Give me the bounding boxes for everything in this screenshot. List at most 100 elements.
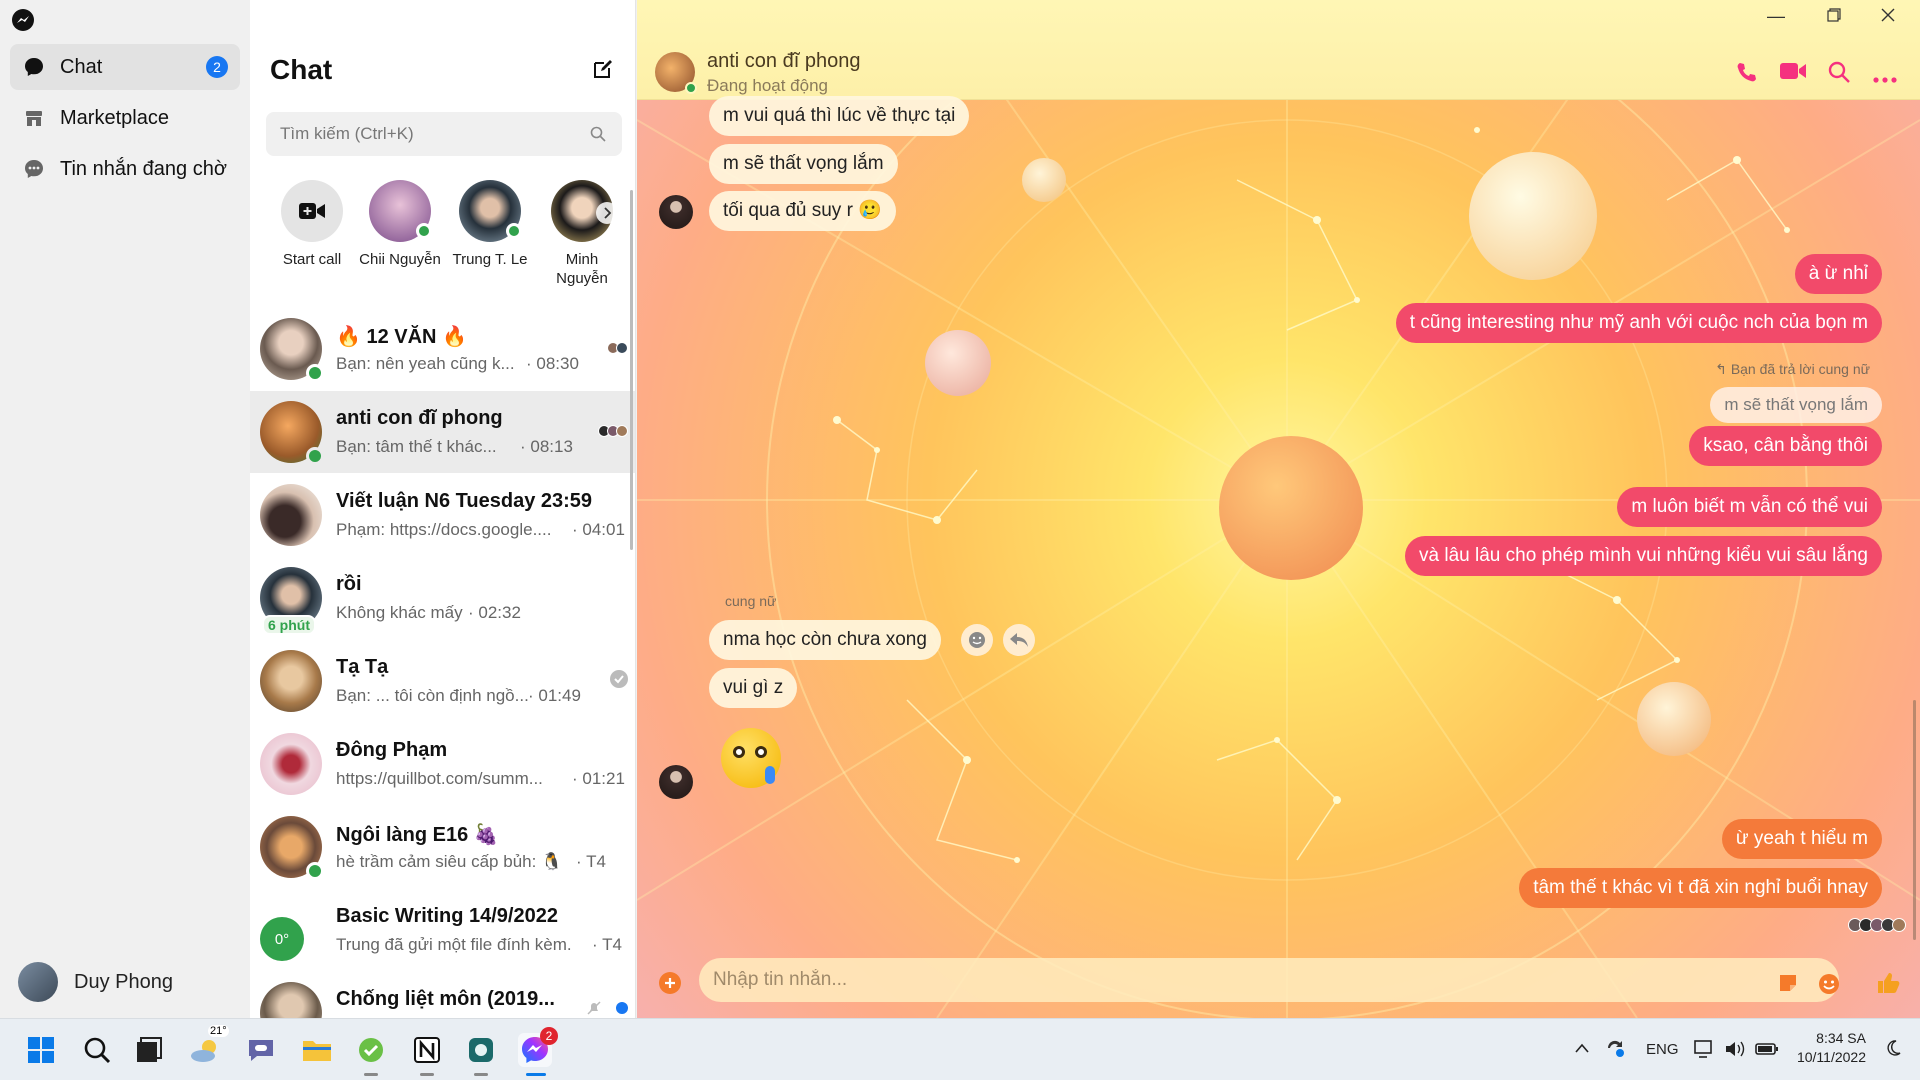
composer (637, 950, 1920, 1018)
online-indicator (685, 82, 697, 94)
conversation-item[interactable]: Tạ Tạ Bạn: ... tôi còn định ngồ... · 01:… (250, 640, 635, 722)
input-language[interactable]: ENG (1646, 1041, 1679, 1058)
add-attachment-icon[interactable] (659, 972, 681, 994)
video-call-icon[interactable] (1779, 60, 1807, 87)
conversation-item[interactable]: 6 phút rồi Không khác mấy · 02:32 (250, 557, 635, 639)
current-user-name: Duy Phong (74, 970, 173, 993)
story-label: Start call (282, 251, 342, 268)
chat-scrollbar[interactable] (1913, 700, 1916, 940)
conversation-item[interactable]: 0° Basic Writing 14/9/2022 Trung đã gửi … (250, 889, 635, 971)
decorative-orb (1469, 152, 1597, 280)
message-incoming[interactable]: m sẽ thất vọng lắm (709, 144, 898, 184)
current-user[interactable]: Duy Phong (18, 962, 173, 1002)
story-start-call[interactable]: Start call (270, 180, 354, 269)
conversation-preview: Phạm: https://docs.google.... (336, 520, 552, 539)
volume-icon[interactable] (1724, 1039, 1746, 1063)
unread-badge: 2 (206, 56, 228, 78)
notion-icon[interactable] (410, 1033, 444, 1067)
message-incoming[interactable]: vui gì z (709, 668, 798, 708)
nav-item-pending[interactable]: Tin nhắn đang chờ (10, 146, 240, 192)
conversation-preview: Bạn: ... tôi còn định ngồ... (336, 686, 529, 705)
message-incoming[interactable]: m vui quá thì lúc về thực tại (709, 96, 970, 136)
message-incoming[interactable]: tối qua đủ suy r 🥲 (709, 191, 896, 231)
message-outgoing[interactable]: ksao, cân bằng thôi (1689, 426, 1882, 466)
conversation-name: rồi (336, 573, 362, 595)
teams-chat-icon[interactable] (244, 1033, 278, 1067)
search-icon (590, 126, 606, 147)
reply-quote[interactable]: m sẽ thất vọng lắm (1710, 387, 1882, 423)
restore-icon[interactable] (1827, 6, 1841, 27)
message-incoming[interactable]: nma học còn chưa xong (709, 620, 941, 660)
search-icon[interactable] (1827, 60, 1851, 89)
conversation-item[interactable]: 🔥 12 VĂN 🔥 Bạn: nên yeah cũng k... · 08:… (250, 308, 635, 390)
left-nav: Chat 2 Marketplace Tin nhắn đang chờ Duy… (0, 0, 250, 1018)
network-icon[interactable] (1694, 1039, 1716, 1063)
message-input[interactable] (699, 958, 1839, 1002)
sync-icon[interactable] (1604, 1037, 1626, 1063)
video-call-icon (281, 180, 343, 242)
thumbs-up-icon[interactable] (1875, 970, 1901, 1001)
story-contact[interactable]: Chii Nguyễn (358, 180, 442, 269)
reply-arrow-icon[interactable] (1003, 624, 1035, 656)
conversation-item[interactable]: Ngôi làng E16 🍇 hè trầm cảm siêu cấp bủh… (250, 806, 635, 888)
battery-icon[interactable] (1754, 1039, 1780, 1063)
avatar[interactable] (655, 52, 697, 94)
nav-item-label: Marketplace (60, 106, 169, 129)
message-outgoing[interactable]: ừ yeah t hiểu m (1721, 819, 1882, 859)
story-label: Minh Nguyễn (556, 251, 608, 287)
conversation-item[interactable]: Đông Phạm https://quillbot.com/summ... ·… (250, 723, 635, 805)
chevron-right-icon[interactable] (596, 202, 618, 224)
emoji-icon[interactable] (1817, 972, 1841, 1001)
conversation-item[interactable]: Viết luận N6 Tuesday 23:59 Phạm: https:/… (250, 474, 635, 556)
conversation-item[interactable]: Chống liệt môn (2019... (250, 972, 635, 1018)
compose-icon[interactable] (592, 58, 614, 85)
nav-item-chat[interactable]: Chat 2 (10, 44, 240, 90)
message-outgoing[interactable]: và lâu lâu cho phép mình vui những kiểu … (1405, 536, 1882, 576)
conversation-name: Viết luận N6 Tuesday 23:59 (336, 490, 593, 512)
chevron-up-icon[interactable] (1574, 1041, 1590, 1058)
nav-item-marketplace[interactable]: Marketplace (10, 95, 240, 141)
windows-start-icon[interactable] (24, 1033, 58, 1067)
message-outgoing[interactable]: m luôn biết m vẫn có thể vui (1617, 487, 1882, 527)
scrollbar[interactable] (630, 190, 633, 550)
sticker-icon[interactable] (1777, 972, 1799, 999)
conversation-name: Basic Writing 14/9/2022 (336, 905, 558, 927)
close-icon[interactable] (1881, 6, 1895, 27)
search-icon[interactable] (80, 1033, 114, 1067)
phone-icon[interactable] (1735, 60, 1759, 89)
active-time-badge: 6 phút (262, 615, 316, 635)
story-contact[interactable]: Trung T. Le (448, 180, 532, 269)
page-title: Chat (270, 54, 333, 85)
conversation-preview: Không khác mấy (336, 603, 463, 622)
more-options-icon[interactable] (1873, 70, 1897, 88)
sticker-emoji[interactable] (721, 728, 781, 788)
app-green-icon[interactable] (354, 1033, 388, 1067)
message-outgoing[interactable]: tâm thế t khác vì t đã xin nghỉ buổi hna… (1519, 868, 1882, 908)
running-indicator (474, 1073, 488, 1076)
messenger-taskbar-icon[interactable]: 2 (518, 1027, 558, 1067)
conversation-name: anti con đĩ phong (336, 407, 503, 429)
app-teal-icon[interactable] (464, 1033, 498, 1067)
story-label: Chii Nguyễn (359, 251, 441, 268)
message-outgoing[interactable]: t cũng interesting như mỹ anh với cuộc n… (1395, 303, 1882, 343)
story-contact[interactable]: Minh Nguyễn (540, 180, 624, 288)
conversation-item-selected[interactable]: anti con đĩ phong Bạn: tâm thế t khác...… (250, 391, 635, 473)
sender-avatar (659, 765, 693, 799)
search-input[interactable] (266, 112, 622, 156)
chat-bubble-icon (22, 55, 46, 79)
react-emoji-icon[interactable] (961, 624, 993, 656)
conversation-name: Ngôi làng E16 🍇 (336, 824, 499, 846)
messenger-logo-icon (12, 9, 34, 31)
minimize-icon[interactable]: — (1767, 6, 1785, 27)
file-explorer-icon[interactable] (300, 1033, 334, 1067)
nav-item-label: Chat (60, 55, 103, 78)
focus-moon-icon[interactable] (1884, 1039, 1902, 1061)
story-label: Trung T. Le (452, 251, 528, 268)
task-view-icon[interactable] (132, 1033, 166, 1067)
chat-peer-name[interactable]: anti con đĩ phong (707, 50, 860, 73)
message-outgoing[interactable]: à ừ nhỉ (1794, 254, 1882, 294)
weather-widget-icon[interactable]: 21° (188, 1025, 229, 1067)
running-indicator (364, 1073, 378, 1076)
avatar (459, 180, 522, 242)
clock[interactable]: 8:34 SA 10/11/2022 (1794, 1029, 1866, 1067)
